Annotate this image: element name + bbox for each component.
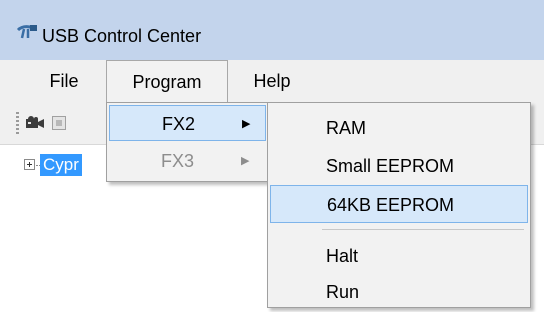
fx2-submenu: RAM Small EEPROM 64KB EEPROM Halt Run xyxy=(267,102,531,308)
menu-item-fx3: FX3 ▶ xyxy=(109,143,266,179)
menu-help[interactable]: Help xyxy=(244,60,300,102)
tree-item-device[interactable]: Cypr xyxy=(40,154,82,176)
menu-item-run[interactable]: Run xyxy=(270,273,528,311)
toolbar-grip[interactable] xyxy=(16,112,19,134)
menu-file[interactable]: File xyxy=(38,60,90,102)
camera-icon[interactable] xyxy=(26,116,44,129)
menu-item-fx3-label: FX3 xyxy=(161,151,195,171)
stop-icon[interactable] xyxy=(52,116,66,130)
menu-item-small-eeprom[interactable]: Small EEPROM xyxy=(270,147,528,185)
menu-bar: File Program Help xyxy=(0,60,544,103)
usb-cable-icon xyxy=(16,25,37,39)
menu-program[interactable]: Program xyxy=(106,60,228,103)
menu-item-halt[interactable]: Halt xyxy=(270,237,528,275)
submenu-arrow-icon: ▶ xyxy=(242,118,251,130)
menu-item-ram-label: RAM xyxy=(326,118,366,138)
menu-item-ram[interactable]: RAM xyxy=(270,109,528,147)
menu-item-64kb-eeprom-label: 64KB EEPROM xyxy=(327,195,455,215)
menu-item-small-eeprom-label: Small EEPROM xyxy=(326,156,455,176)
program-dropdown: FX2 ▶ FX3 ▶ xyxy=(106,102,269,182)
plus-icon[interactable] xyxy=(24,159,35,170)
menu-item-64kb-eeprom[interactable]: 64KB EEPROM xyxy=(270,185,528,223)
menu-item-fx2[interactable]: FX2 ▶ xyxy=(109,105,266,141)
window-title: USB Control Center xyxy=(42,26,202,46)
menu-item-halt-label: Halt xyxy=(326,246,359,266)
menu-separator xyxy=(322,229,524,230)
menu-item-run-label: Run xyxy=(326,282,360,302)
submenu-arrow-icon: ▶ xyxy=(241,155,250,167)
menu-item-fx2-label: FX2 xyxy=(162,114,196,134)
title-bar: USB Control Center xyxy=(0,0,544,60)
